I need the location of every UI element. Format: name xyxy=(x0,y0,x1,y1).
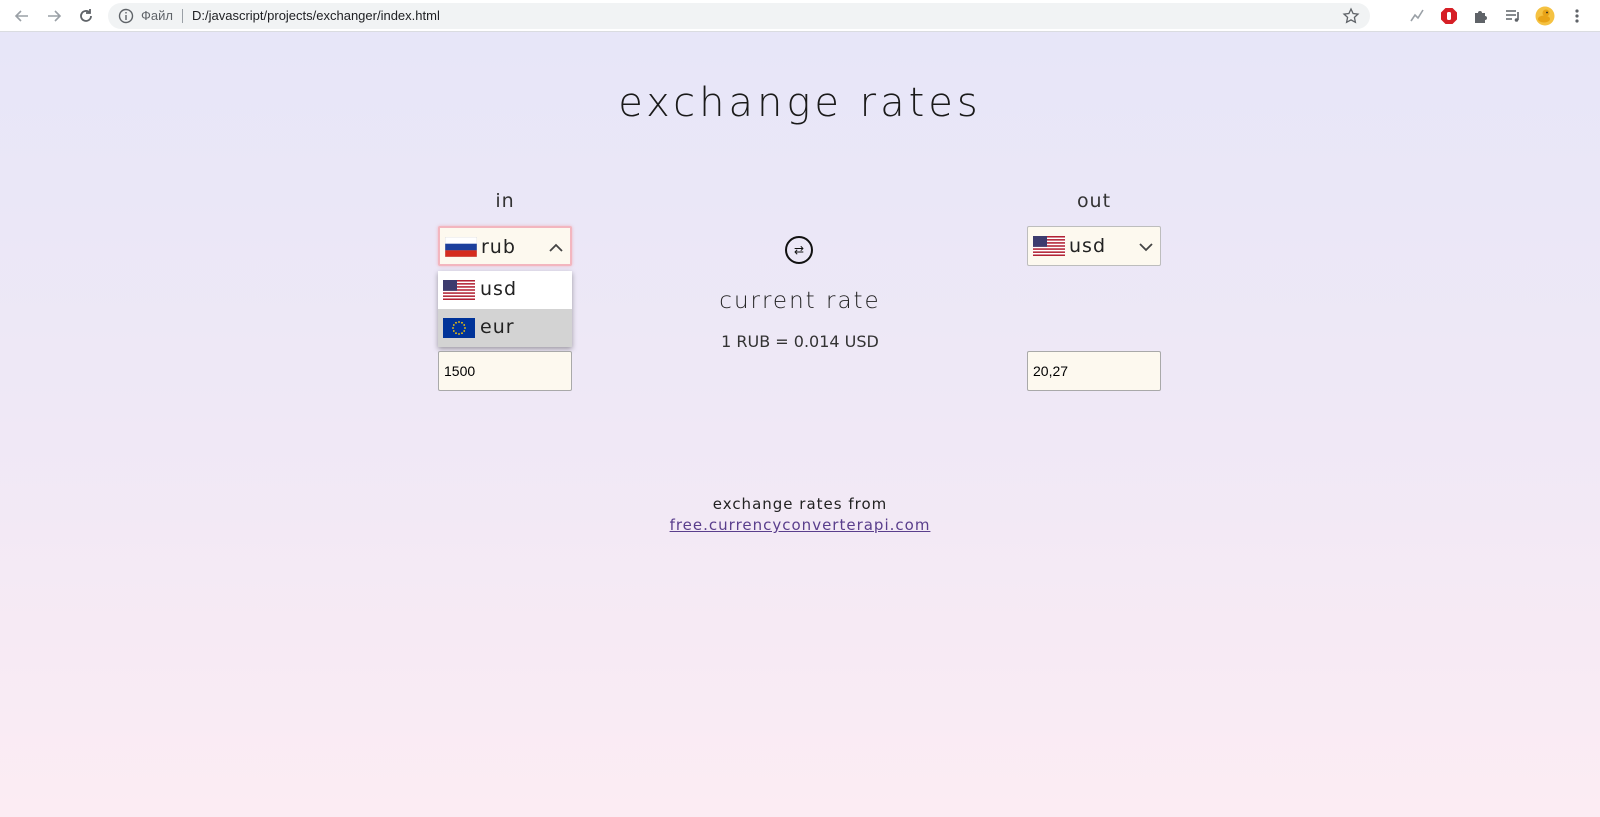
url-text[interactable]: D:/javascript/projects/exchanger/index.h… xyxy=(192,8,440,24)
info-icon[interactable] xyxy=(118,8,134,24)
puzzle-icon[interactable] xyxy=(1470,5,1492,27)
in-currency-select[interactable]: rub xyxy=(438,226,572,266)
address-bar[interactable]: Файл D:/javascript/projects/exchanger/in… xyxy=(108,3,1370,29)
address-divider xyxy=(182,9,183,23)
out-currency-select[interactable]: usd xyxy=(1027,226,1161,266)
scheme-label: Файл xyxy=(141,8,173,23)
media-icon[interactable] xyxy=(1502,5,1524,27)
current-rate-title: current rate xyxy=(719,288,881,314)
swap-currencies-button[interactable]: ⇄ xyxy=(785,236,813,264)
us-flag-icon xyxy=(1033,236,1065,256)
duck-icon[interactable] xyxy=(1534,5,1556,27)
in-currency-value: rub xyxy=(481,236,516,258)
browser-toolbar: Файл D:/javascript/projects/exchanger/in… xyxy=(0,0,1600,32)
out-currency-value: usd xyxy=(1069,235,1107,257)
in-label: in xyxy=(495,190,515,212)
footer-text: exchange rates from xyxy=(712,495,888,513)
footer-link-wrapper: free.currencyconverterapi.com xyxy=(0,515,1600,536)
russia-flag-icon xyxy=(445,237,477,257)
in-amount-input[interactable]: 1500 xyxy=(438,351,572,391)
out-label: out xyxy=(1076,190,1112,212)
adblock-icon[interactable] xyxy=(1438,5,1460,27)
menu-icon[interactable] xyxy=(1566,5,1588,27)
reload-icon[interactable] xyxy=(74,4,98,28)
api-source-link[interactable]: free.currencyconverterapi.com xyxy=(670,516,931,534)
extension-icon[interactable] xyxy=(1406,5,1428,27)
chevron-down-icon xyxy=(1139,243,1153,252)
forward-icon[interactable] xyxy=(42,4,66,28)
page-title: exchange rates xyxy=(618,80,982,126)
chevron-up-icon xyxy=(549,243,563,252)
current-rate-value: 1 RUB = 0.014 USD xyxy=(721,332,879,351)
star-icon[interactable] xyxy=(1342,7,1360,25)
back-icon[interactable] xyxy=(10,4,34,28)
out-amount-input[interactable]: 20,27 xyxy=(1027,351,1161,391)
